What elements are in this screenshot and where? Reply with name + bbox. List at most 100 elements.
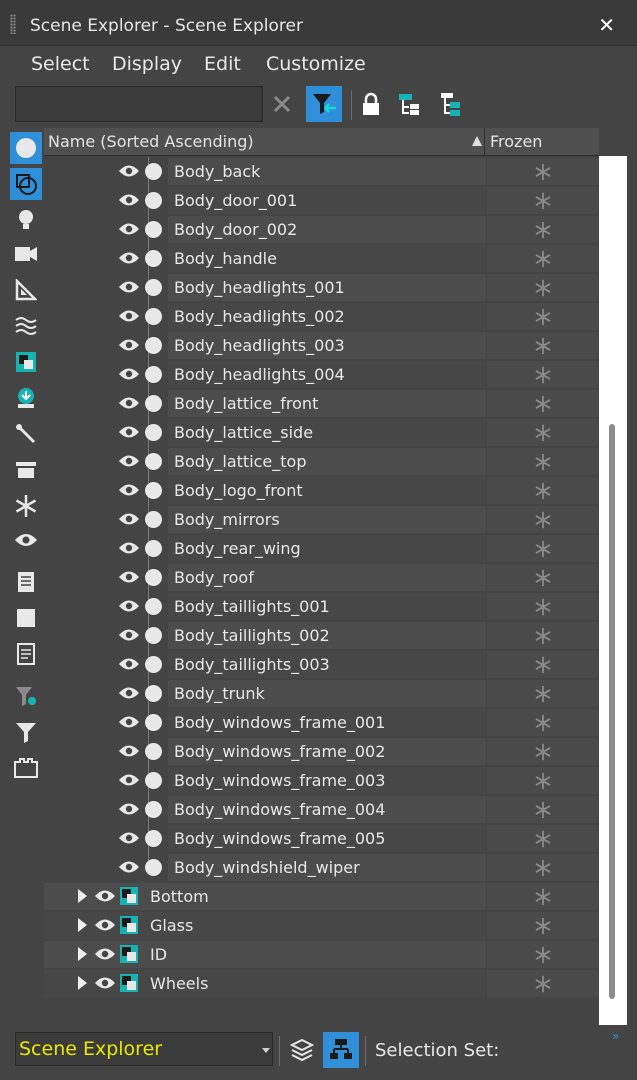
tree-row[interactable]: Body_windshield_wiper	[44, 853, 599, 882]
tree-row[interactable]: Body_trunk	[44, 679, 599, 708]
display-hidden-button[interactable]	[10, 524, 42, 556]
scene-explorer-button[interactable]	[323, 1032, 359, 1068]
visibility-eye-icon[interactable]	[118, 192, 140, 206]
visibility-eye-icon[interactable]	[118, 279, 140, 293]
tree-row[interactable]: Body_lattice_top	[44, 447, 599, 476]
invert-filter-button[interactable]	[10, 680, 42, 712]
visibility-eye-icon[interactable]	[118, 511, 140, 525]
visibility-eye-icon[interactable]	[118, 482, 140, 496]
frozen-cell[interactable]	[487, 187, 599, 214]
tree-row[interactable]: Body_headlights_002	[44, 302, 599, 331]
tree-row[interactable]: Body_logo_front	[44, 476, 599, 505]
tree-row[interactable]: Body_handle	[44, 244, 599, 273]
tree-row[interactable]: Body_headlights_004	[44, 360, 599, 389]
visibility-eye-icon[interactable]	[118, 221, 140, 235]
display-containers-button[interactable]	[10, 454, 42, 486]
visibility-eye-icon[interactable]	[94, 888, 116, 902]
layer-row[interactable]: ID	[44, 940, 599, 969]
visibility-eye-icon[interactable]	[118, 801, 140, 815]
frozen-cell[interactable]	[487, 883, 599, 910]
visibility-eye-icon[interactable]	[118, 540, 140, 554]
tree-row[interactable]: Body_taillights_002	[44, 621, 599, 650]
layer-row[interactable]: Glass	[44, 911, 599, 940]
menu-customize[interactable]: Customize	[266, 53, 366, 75]
display-layers-button[interactable]	[10, 752, 42, 784]
frozen-cell[interactable]	[487, 651, 599, 678]
frozen-cell[interactable]	[487, 332, 599, 359]
display-lights-button[interactable]	[10, 204, 42, 236]
column-header-name[interactable]: Name (Sorted Ascending)	[44, 128, 485, 156]
visibility-eye-icon[interactable]	[118, 366, 140, 380]
frozen-cell[interactable]	[487, 448, 599, 475]
layer-row[interactable]: Bottom	[44, 882, 599, 911]
visibility-eye-icon[interactable]	[118, 337, 140, 351]
frozen-cell[interactable]	[487, 941, 599, 968]
display-children-button[interactable]	[10, 566, 42, 598]
visibility-eye-icon[interactable]	[118, 772, 140, 786]
expand-arrow-icon[interactable]	[78, 918, 87, 932]
display-groups-button[interactable]	[10, 346, 42, 378]
visibility-eye-icon[interactable]	[94, 946, 116, 960]
visibility-eye-icon[interactable]	[118, 859, 140, 873]
tree-row[interactable]: Body_taillights_001	[44, 592, 599, 621]
display-bones-button[interactable]	[10, 418, 42, 450]
frozen-cell[interactable]	[487, 390, 599, 417]
visibility-eye-icon[interactable]	[118, 714, 140, 728]
tree-row[interactable]: Body_lattice_side	[44, 418, 599, 447]
column-header-frozen[interactable]: Frozen	[486, 128, 599, 156]
visibility-eye-icon[interactable]	[118, 163, 140, 177]
tree-row[interactable]: Body_windows_frame_004	[44, 795, 599, 824]
visibility-eye-icon[interactable]	[118, 569, 140, 583]
visibility-eye-icon[interactable]	[118, 250, 140, 264]
frozen-cell[interactable]	[487, 854, 599, 881]
display-cameras-button[interactable]	[10, 238, 42, 270]
visibility-eye-icon[interactable]	[118, 685, 140, 699]
tree-row[interactable]: Body_rear_wing	[44, 534, 599, 563]
display-helpers-button[interactable]	[10, 274, 42, 306]
frozen-cell[interactable]	[487, 738, 599, 765]
tree-row[interactable]: Body_taillights_003	[44, 650, 599, 679]
frozen-cell[interactable]	[487, 419, 599, 446]
visibility-eye-icon[interactable]	[118, 743, 140, 757]
tree-row[interactable]: Body_lattice_front	[44, 389, 599, 418]
visibility-eye-icon[interactable]	[118, 598, 140, 612]
visibility-eye-icon[interactable]	[118, 308, 140, 322]
tree-row[interactable]: Body_door_001	[44, 186, 599, 215]
tree-row[interactable]: Body_windows_frame_005	[44, 824, 599, 853]
hierarchy-right-button[interactable]	[432, 86, 468, 122]
hierarchy-left-button[interactable]	[392, 86, 428, 122]
frozen-cell[interactable]	[487, 912, 599, 939]
expand-chevrons-icon[interactable]: »	[612, 1029, 619, 1043]
tree-row[interactable]: Body_windows_frame_003	[44, 766, 599, 795]
visibility-eye-icon[interactable]	[118, 395, 140, 409]
frozen-cell[interactable]	[487, 477, 599, 504]
visibility-eye-icon[interactable]	[118, 424, 140, 438]
frozen-cell[interactable]	[487, 767, 599, 794]
frozen-cell[interactable]	[487, 216, 599, 243]
menu-select[interactable]: Select	[31, 53, 90, 75]
expand-arrow-icon[interactable]	[78, 947, 87, 961]
frozen-cell[interactable]	[487, 506, 599, 533]
frozen-cell[interactable]	[487, 825, 599, 852]
frozen-cell[interactable]	[487, 796, 599, 823]
display-xrefs-button[interactable]	[10, 382, 42, 414]
display-spacewarps-button[interactable]	[10, 310, 42, 342]
display-shapes-button[interactable]	[10, 168, 42, 200]
explorer-select[interactable]: Scene Explorer	[15, 1032, 273, 1066]
frozen-cell[interactable]	[487, 158, 599, 185]
frozen-cell[interactable]	[487, 274, 599, 301]
frozen-cell[interactable]	[487, 680, 599, 707]
visibility-eye-icon[interactable]	[118, 830, 140, 844]
frozen-cell[interactable]	[487, 622, 599, 649]
visibility-eye-icon[interactable]	[94, 917, 116, 931]
frozen-cell[interactable]	[487, 303, 599, 330]
menu-edit[interactable]: Edit	[204, 53, 241, 75]
visibility-eye-icon[interactable]	[118, 656, 140, 670]
drag-grip-icon[interactable]	[10, 14, 16, 34]
visibility-eye-icon[interactable]	[118, 627, 140, 641]
display-frozen-button[interactable]	[10, 490, 42, 522]
layer-row[interactable]: Wheels	[44, 969, 599, 998]
tree-row[interactable]: Body_headlights_001	[44, 273, 599, 302]
frozen-cell[interactable]	[487, 593, 599, 620]
expand-arrow-icon[interactable]	[78, 976, 87, 990]
